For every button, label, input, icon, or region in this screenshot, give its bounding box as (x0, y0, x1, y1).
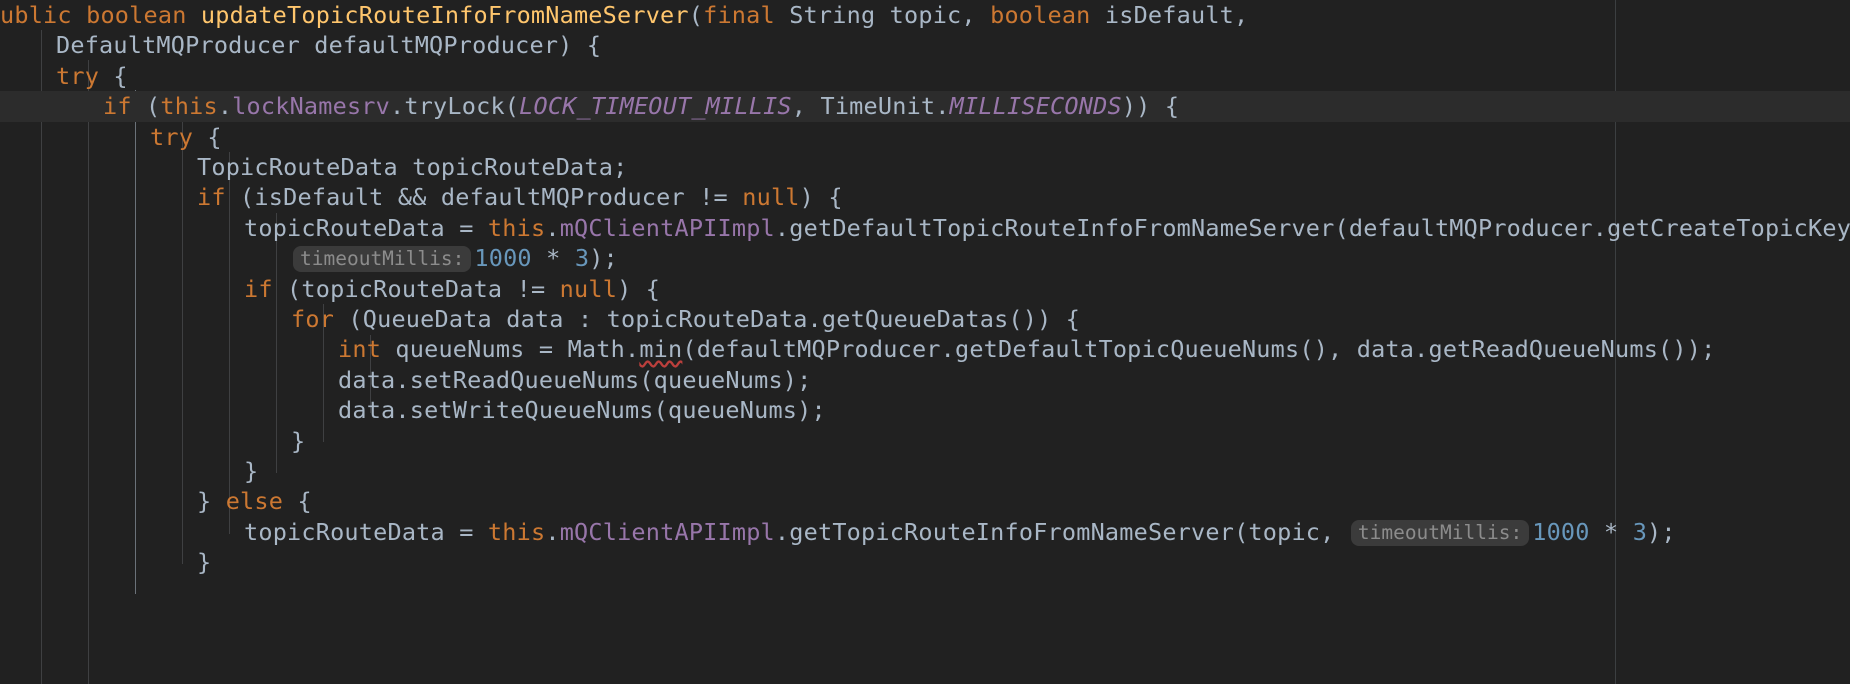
code-token-plain: queueNums = Math. (381, 335, 640, 364)
code-token-number: 1000 (1532, 517, 1590, 546)
code-token-keyword: final (703, 1, 775, 29)
code-token-plain: { (193, 122, 222, 151)
code-token-keyword: try (56, 61, 100, 90)
code-token-plain: topicRouteData = (244, 213, 488, 242)
code-line[interactable]: } (0, 426, 1850, 456)
code-token-keyword: null (742, 183, 800, 212)
code-editor-surface[interactable]: ublic boolean updateTopicRouteInfoFromNa… (0, 0, 1850, 684)
code-token-plain: .tryLock( (390, 92, 520, 121)
code-token-plain: * (1589, 517, 1633, 546)
code-token-keyword: ublic (0, 1, 72, 29)
code-token-plain: )) { (1121, 92, 1180, 121)
code-token-keyword: boolean (990, 1, 1091, 29)
code-line[interactable]: topicRouteData = this.mQClientAPIImpl.ge… (0, 517, 1850, 547)
code-token-plain: } (244, 457, 259, 485)
code-line[interactable]: } (0, 547, 1850, 577)
code-token-keyword: for (291, 305, 335, 333)
code-token-static-constant: LOCK_TIMEOUT_MILLIS (519, 92, 792, 121)
code-token-keyword: else (225, 487, 284, 516)
code-token-static-error: min (639, 335, 683, 364)
code-line[interactable]: if (this.lockNamesrv.tryLock(LOCK_TIMEOU… (0, 91, 1850, 122)
code-line[interactable]: ublic boolean updateTopicRouteInfoFromNa… (0, 0, 1850, 30)
code-line[interactable]: for (QueueData data : topicRouteData.get… (0, 304, 1850, 334)
code-token-number: 3 (574, 244, 590, 273)
code-token-field: lockNamesrv (232, 92, 391, 121)
code-token-number: 1000 (474, 244, 532, 273)
code-token-number: 3 (1632, 517, 1648, 546)
code-token-plain: } (197, 548, 212, 577)
code-token-plain: (isDefault && defaultMQProducer != (225, 183, 743, 212)
code-line[interactable]: data.setWriteQueueNums(queueNums); (0, 395, 1850, 425)
inlay-parameter-hint[interactable]: timeoutMillis: (1350, 519, 1530, 546)
code-token-plain: ); (1647, 517, 1676, 546)
code-token-plain: DefaultMQProducer defaultMQProducer) { (56, 31, 602, 60)
code-token-plain: , (791, 92, 821, 121)
code-token-plain: { (283, 487, 312, 516)
code-token-plain: . (545, 213, 560, 242)
code-token-field: mQClientAPIImpl (559, 213, 775, 242)
code-token-plain: ( (131, 92, 161, 121)
code-token-plain: topicRouteData = (244, 517, 488, 546)
code-token-keyword: this (487, 517, 546, 546)
code-token-keyword: this (160, 92, 218, 121)
code-token-keyword: int (338, 335, 382, 364)
code-token-plain: TopicRouteData topicRouteData; (197, 153, 628, 181)
code-token-plain: data.setReadQueueNums(queueNums); (338, 365, 812, 394)
code-token-keyword: try (150, 122, 194, 151)
code-token-plain: (defaultMQProducer.getDefaultTopicQueueN… (682, 335, 1716, 364)
code-token-plain: (topicRouteData != (272, 274, 560, 303)
code-token-plain: } (291, 426, 306, 455)
code-line[interactable]: try { (0, 122, 1850, 152)
code-token-plain: (QueueData data : topicRouteData.getQueu… (334, 305, 1081, 333)
code-token-plain: { (99, 61, 128, 90)
code-token-plain: .getTopicRouteInfoFromNameServer(topic, (774, 517, 1349, 546)
code-token-plain: . (545, 517, 560, 546)
code-token-plain: ( (688, 1, 704, 29)
editor-window: ublic boolean updateTopicRouteInfoFromNa… (0, 0, 1850, 684)
code-token-plain: String topic, (774, 1, 991, 29)
code-token-plain: isDefault, (1090, 1, 1249, 29)
code-line[interactable]: if (isDefault && defaultMQProducer != nu… (0, 182, 1850, 212)
code-token-plain: .getDefaultTopicRouteInfoFromNameServer(… (774, 213, 1850, 242)
code-line[interactable]: int queueNums = Math.min(defaultMQProduc… (0, 334, 1850, 364)
code-token-method-declaration: updateTopicRouteInfoFromNameServer (200, 1, 689, 29)
inlay-parameter-hint[interactable]: timeoutMillis: (293, 246, 472, 273)
code-token-plain: } (197, 487, 226, 516)
code-token-plain: ) { (617, 274, 661, 303)
code-token-keyword: if (197, 183, 226, 212)
code-token-keyword: null (559, 274, 618, 303)
code-line[interactable]: data.setReadQueueNums(queueNums); (0, 365, 1850, 395)
code-line[interactable]: } (0, 456, 1850, 486)
code-token-plain: data.setWriteQueueNums(queueNums); (338, 396, 826, 425)
code-line[interactable]: topicRouteData = this.mQClientAPIImpl.ge… (0, 213, 1850, 243)
code-token-keyword: if (244, 274, 273, 303)
code-token-static-constant: MILLISECONDS (949, 92, 1122, 121)
code-token-plain: ); (589, 244, 618, 273)
code-line[interactable]: if (topicRouteData != null) { (0, 274, 1850, 304)
code-token-plain: ) { (799, 183, 843, 212)
code-line[interactable]: timeoutMillis: 1000 * 3); (0, 243, 1850, 273)
code-token-plain: TimeUnit. (820, 92, 950, 121)
code-token-plain: * (531, 244, 575, 273)
code-token-keyword: if (103, 92, 132, 121)
code-token-keyword: boolean (86, 1, 187, 29)
code-line[interactable]: TopicRouteData topicRouteData; (0, 152, 1850, 182)
code-token-plain: . (217, 92, 233, 121)
code-line[interactable]: } else { (0, 486, 1850, 516)
code-line[interactable]: DefaultMQProducer defaultMQProducer) { (0, 30, 1850, 60)
code-token-keyword: this (487, 213, 546, 242)
code-token-field: mQClientAPIImpl (559, 517, 775, 546)
code-line[interactable]: try { (0, 61, 1850, 91)
